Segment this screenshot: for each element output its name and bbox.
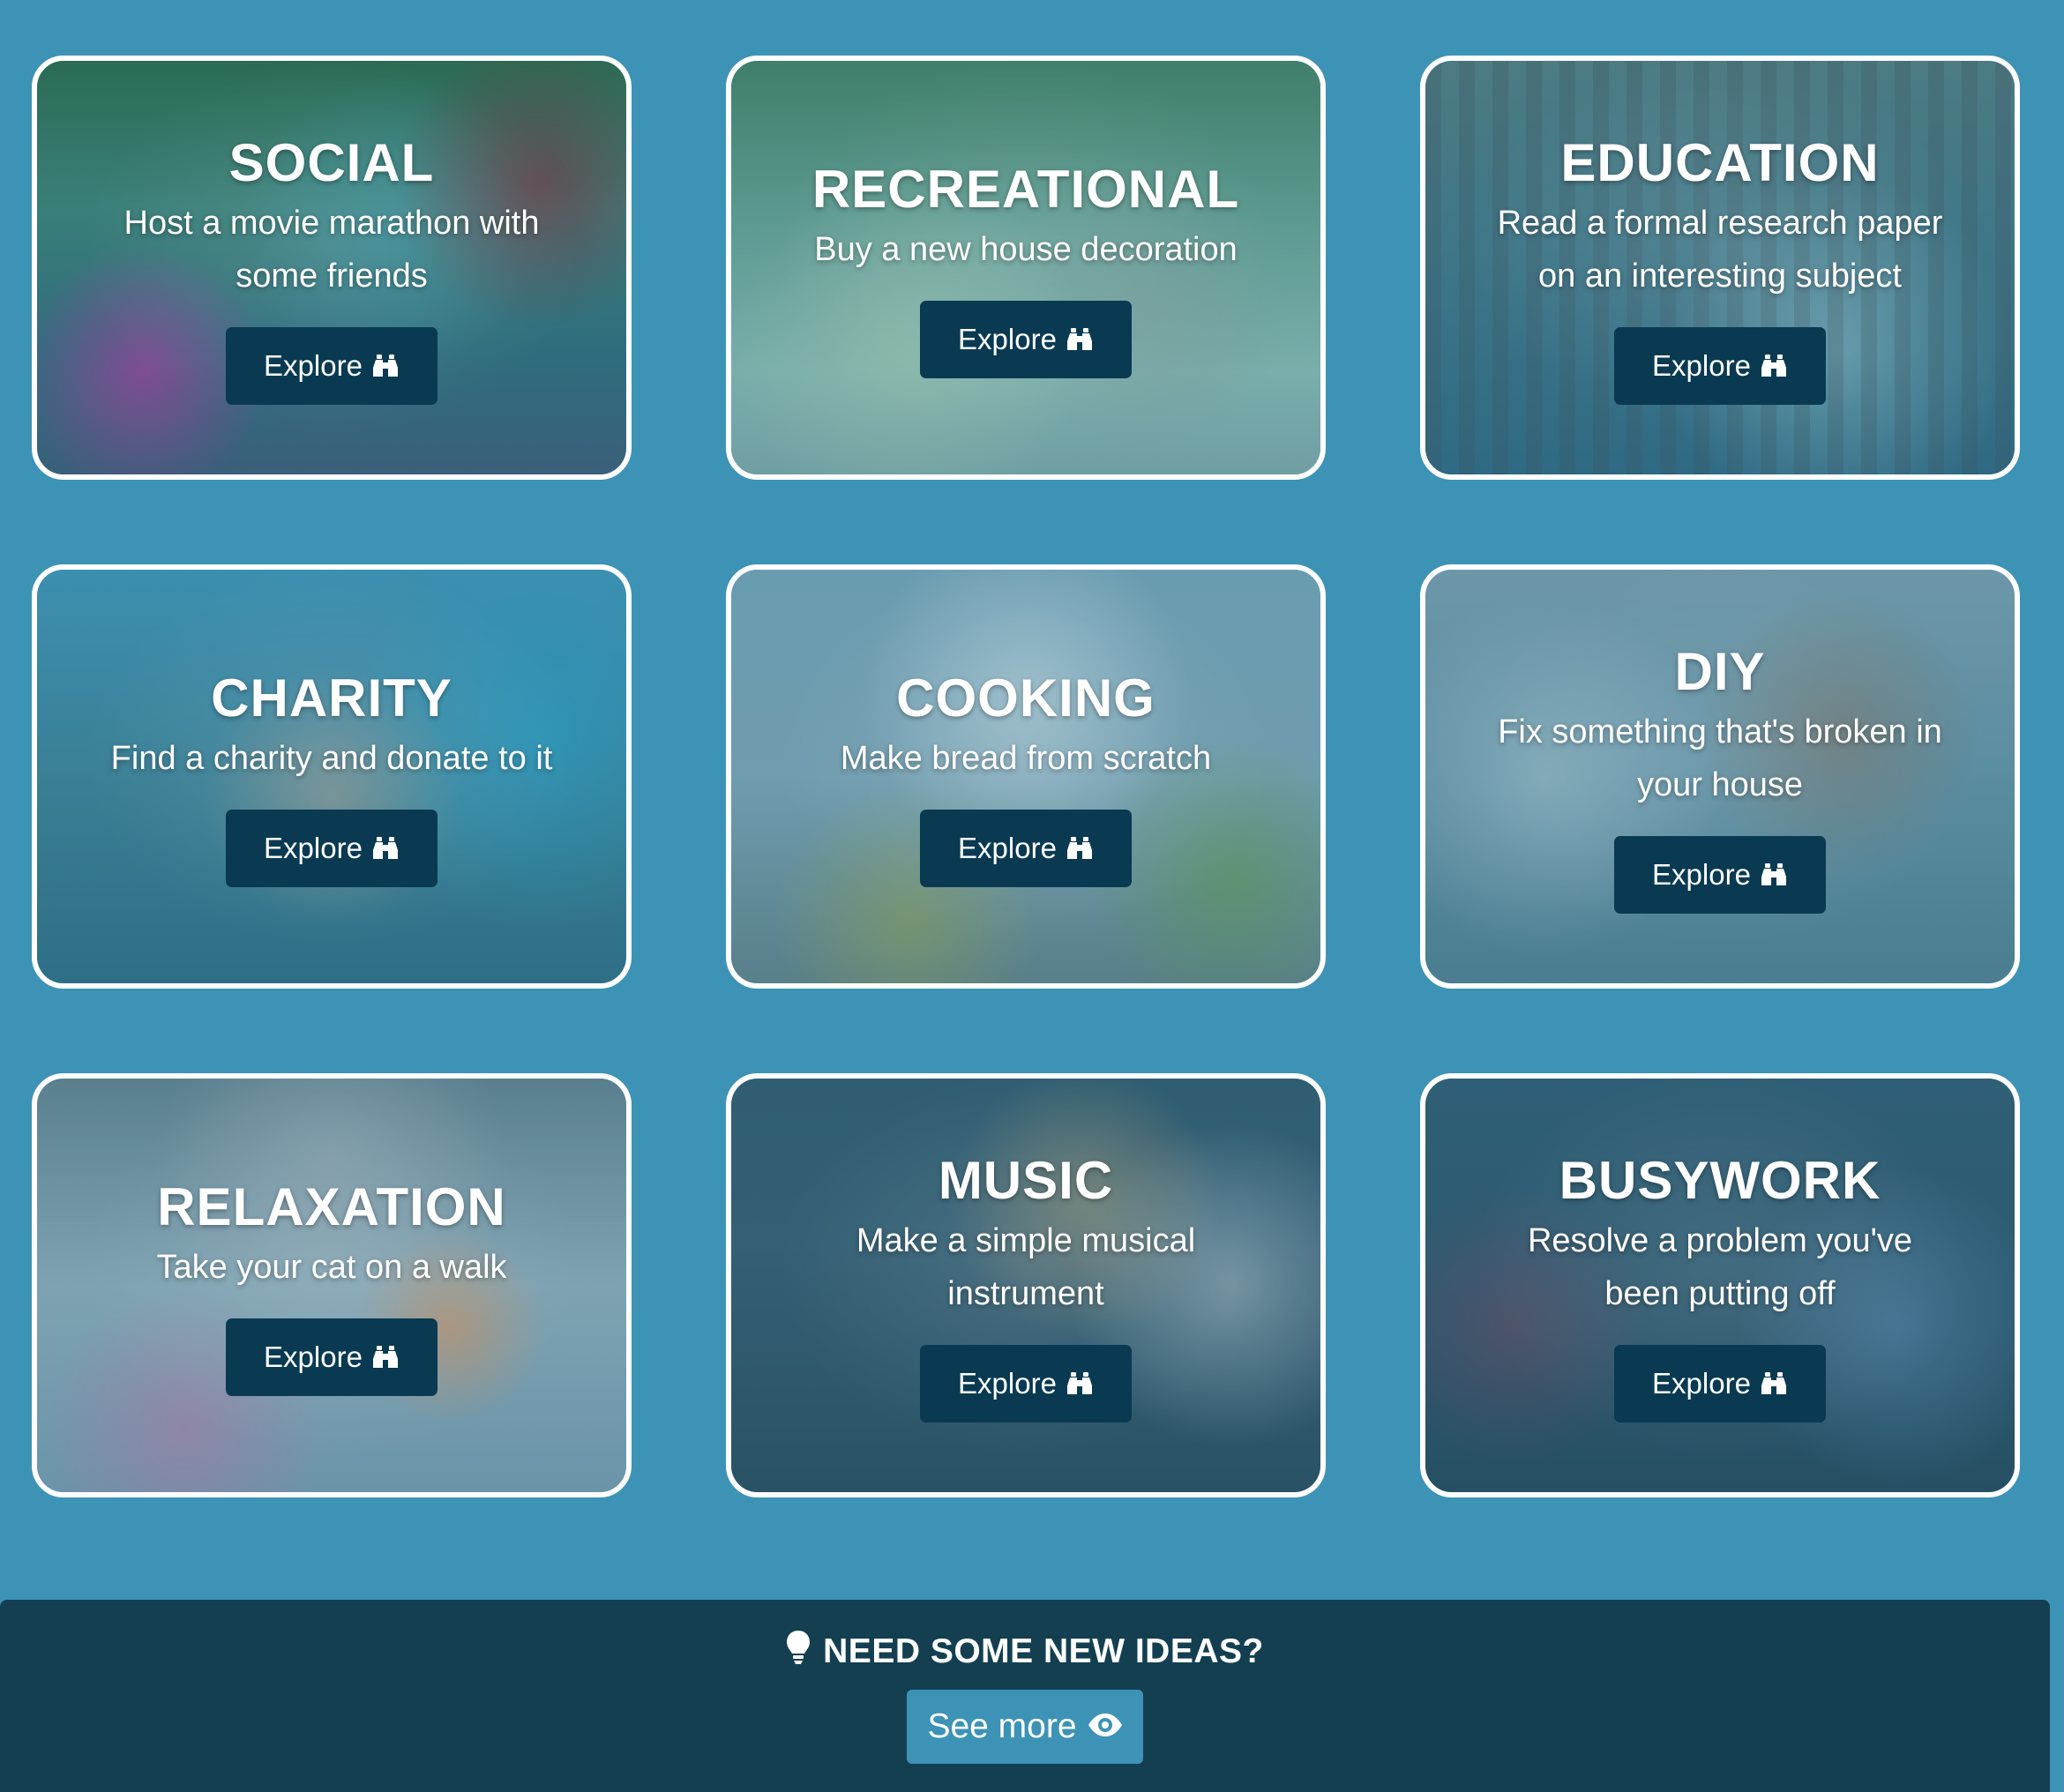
explore-button-label: Explore: [958, 1366, 1057, 1400]
card-description: Fix something that's broken in your hous…: [1498, 713, 1942, 803]
explore-button-label: Explore: [1652, 857, 1751, 891]
explore-button[interactable]: Explore: [226, 809, 437, 887]
card-relaxation: RELAXATION Take your cat on a walk Explo…: [32, 1073, 632, 1497]
explore-button[interactable]: Explore: [1614, 326, 1826, 405]
lightbulb-icon: [786, 1630, 811, 1674]
card-description: Read a formal research paper on an inter…: [1497, 204, 1943, 295]
card-description: Host a movie marathon with some friends: [123, 204, 540, 295]
card-music: MUSIC Make a simple musical instrument E…: [726, 1073, 1326, 1497]
binoculars-icon: [1066, 327, 1094, 352]
card-cooking: COOKING Make bread from scratch Explore: [726, 564, 1326, 989]
explore-button[interactable]: Explore: [920, 1344, 1132, 1422]
explore-button-label: Explore: [264, 348, 363, 382]
activity-card-grid: SOCIAL Host a movie marathon with some f…: [32, 56, 2020, 1497]
card-description: Find a charity and donate to it: [110, 739, 553, 777]
card-title: BUSYWORK: [1559, 1150, 1881, 1210]
explore-button-label: Explore: [958, 831, 1057, 864]
card-description: Buy a new house decoration: [814, 230, 1238, 268]
footer-heading-text: NEED SOME NEW IDEAS?: [823, 1632, 1264, 1670]
explore-button-label: Explore: [958, 322, 1057, 355]
binoculars-icon: [1066, 1371, 1094, 1396]
card-social: SOCIAL Host a movie marathon with some f…: [32, 56, 632, 480]
card-title: SOCIAL: [228, 132, 435, 192]
see-more-label: See more: [927, 1707, 1077, 1745]
eye-icon: [1088, 1707, 1123, 1746]
binoculars-icon: [371, 1345, 400, 1370]
card-busywork: BUSYWORK Resolve a problem you've been p…: [1420, 1073, 2020, 1497]
explore-button[interactable]: Explore: [1614, 1344, 1826, 1422]
explore-button[interactable]: Explore: [226, 1318, 437, 1396]
card-title: DIY: [1674, 641, 1766, 701]
card-title: EDUCATION: [1560, 132, 1880, 192]
card-diy: DIY Fix something that's broken in your …: [1420, 564, 2020, 989]
card-recreational: RECREATIONAL Buy a new house decoration …: [726, 56, 1326, 480]
card-description: Resolve a problem you've been putting of…: [1527, 1221, 1913, 1312]
binoculars-icon: [1066, 836, 1094, 861]
card-description: Make a simple musical instrument: [856, 1221, 1196, 1312]
card-title: COOKING: [896, 668, 1155, 728]
explore-button-label: Explore: [264, 1340, 363, 1373]
card-title: RELAXATION: [157, 1176, 506, 1236]
binoculars-icon: [371, 354, 400, 378]
binoculars-icon: [1760, 354, 1788, 378]
card-title: CHARITY: [211, 668, 452, 728]
card-description: Make bread from scratch: [840, 739, 1212, 777]
binoculars-icon: [1760, 862, 1788, 887]
explore-button[interactable]: Explore: [919, 809, 1132, 887]
card-description: Take your cat on a walk: [156, 1248, 507, 1286]
card-charity: CHARITY Find a charity and donate to it …: [32, 564, 632, 989]
explore-button[interactable]: Explore: [226, 326, 437, 405]
explore-button[interactable]: Explore: [1614, 835, 1826, 914]
explore-button-label: Explore: [1652, 348, 1751, 382]
see-more-button[interactable]: See more: [907, 1690, 1143, 1764]
footer-heading: NEED SOME NEW IDEAS?: [786, 1630, 1264, 1674]
card-title: RECREATIONAL: [811, 159, 1240, 219]
explore-button-label: Explore: [1652, 1366, 1751, 1400]
card-title: MUSIC: [938, 1150, 1114, 1210]
explore-button-label: Explore: [264, 831, 363, 864]
explore-button[interactable]: Explore: [920, 300, 1132, 378]
binoculars-icon: [371, 836, 400, 861]
binoculars-icon: [1760, 1371, 1788, 1396]
card-education: EDUCATION Read a formal research paper o…: [1420, 56, 2020, 480]
new-ideas-footer: NEED SOME NEW IDEAS? See more: [0, 1600, 2050, 1792]
